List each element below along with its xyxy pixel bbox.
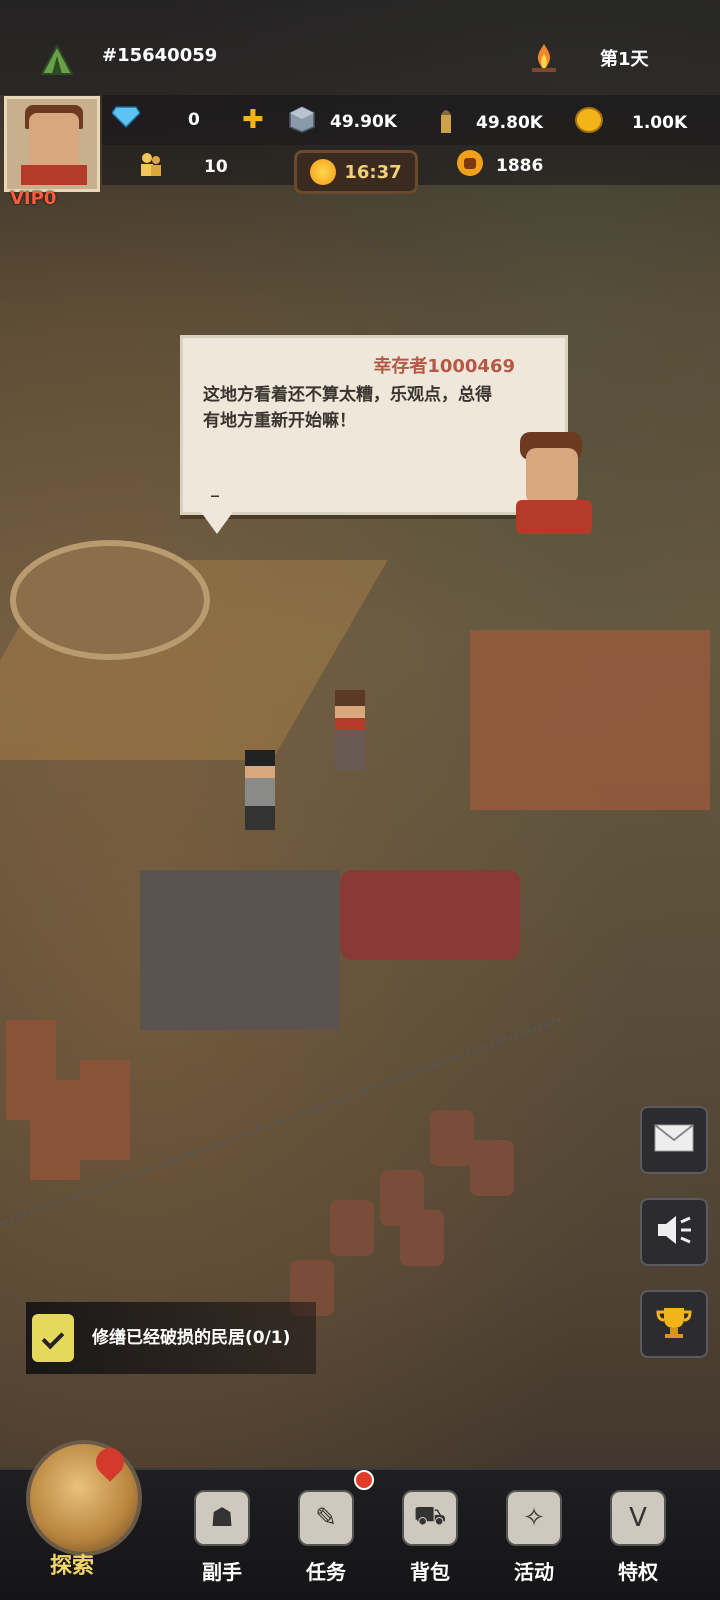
resource-bar: 0 ✚ 49.90K 49.80K 1.00K: [102, 95, 720, 145]
fist-icon: [456, 149, 484, 182]
fuel-pump: [30, 1080, 80, 1180]
diamond-resource[interactable]: 0: [111, 105, 200, 134]
tasks-notification-badge: [354, 1470, 374, 1490]
ammo-resource[interactable]: 49.80K: [436, 105, 543, 140]
nav-events[interactable]: ✧ 活动: [484, 1480, 584, 1600]
nav-assistant[interactable]: ☗ 副手: [172, 1480, 272, 1600]
nav-assistant-label: 副手: [202, 1560, 242, 1584]
survivor-character[interactable]: [245, 750, 275, 830]
power-resource[interactable]: 1886: [456, 149, 543, 182]
survivor-character[interactable]: [335, 690, 365, 770]
gas-mask-icon: ☗: [194, 1490, 250, 1546]
diamond-count: 0: [188, 109, 200, 130]
player-avatar[interactable]: [4, 96, 100, 192]
population-count: 10: [204, 156, 228, 177]
time-display: 16:37: [344, 161, 402, 183]
stone-block-icon: [288, 105, 316, 138]
top-bar: #15640059 第1天: [0, 0, 720, 95]
campfire-icon: [526, 40, 562, 81]
compass-icon: ✧: [506, 1490, 562, 1546]
gold-coin-icon: [574, 105, 604, 140]
text-cursor: _: [211, 478, 219, 497]
player-id: #15640059: [102, 45, 218, 66]
population-icon: [138, 151, 164, 182]
fuel-pump: [80, 1060, 130, 1160]
speaker-portrait: [512, 428, 596, 536]
damaged-house[interactable]: [140, 870, 340, 1030]
nav-tasks[interactable]: ✎ 任务: [276, 1480, 376, 1600]
red-car[interactable]: [340, 870, 520, 960]
sound-button[interactable]: [640, 1198, 708, 1266]
nav-bag[interactable]: ⛟ 背包: [380, 1480, 480, 1600]
ranking-button[interactable]: [640, 1290, 708, 1358]
nav-bag-label: 背包: [410, 1560, 450, 1584]
gold-count: 1.00K: [632, 112, 688, 133]
envelope-icon: [654, 1124, 694, 1156]
camp-tent-icon[interactable]: [40, 43, 74, 76]
shield-v-icon: V: [610, 1490, 666, 1546]
day-counter: 第1天: [600, 49, 649, 70]
nav-tasks-label: 任务: [306, 1560, 346, 1584]
power-value: 1886: [496, 155, 544, 176]
vip-level[interactable]: VIP0: [10, 188, 56, 209]
fountain[interactable]: [10, 540, 210, 660]
speaker-icon: [654, 1212, 694, 1252]
nav-events-label: 活动: [514, 1560, 554, 1584]
nav-privileges-label: 特权: [618, 1560, 658, 1584]
notepad-icon: ✎: [298, 1490, 354, 1546]
ammo-count: 49.80K: [476, 112, 543, 133]
clipboard-check-icon: [32, 1314, 74, 1362]
quest-text: 修缮已经破损的民居(0/1): [92, 1328, 291, 1348]
dialog-message: 这地方看着还不算太糟，乐观点，总得有地方重新开始嘛！: [203, 385, 492, 431]
explore-button[interactable]: [26, 1440, 142, 1556]
quest-tracker[interactable]: 修缮已经破损的民居(0/1): [26, 1302, 316, 1374]
diamond-icon: [111, 105, 141, 134]
backpack-icon: ⛟: [402, 1490, 458, 1546]
dialog-bubble[interactable]: 幸存者1000469 这地方看着还不算太糟，乐观点，总得有地方重新开始嘛！ _: [180, 335, 568, 534]
add-diamond-icon[interactable]: ✚: [242, 105, 264, 135]
day-timer[interactable]: 16:37: [294, 150, 418, 194]
population-resource[interactable]: 10: [138, 151, 228, 182]
trophy-icon: [654, 1304, 694, 1344]
market-truck[interactable]: [470, 630, 710, 810]
bullet-icon: [436, 105, 456, 140]
stone-count: 49.90K: [330, 111, 397, 132]
gold-resource[interactable]: 1.00K: [574, 105, 687, 140]
game-screen: #15640059 第1天 0 ✚ 49.90K 49.80K 1.00K 10: [0, 0, 720, 1600]
sun-icon: [310, 159, 337, 185]
stone-resource[interactable]: 49.90K: [288, 105, 397, 138]
nav-privileges[interactable]: V 特权: [588, 1480, 688, 1600]
mail-button[interactable]: [640, 1106, 708, 1174]
speaker-name: 幸存者1000469: [373, 356, 515, 377]
explore-label: 探索: [50, 1554, 95, 1579]
